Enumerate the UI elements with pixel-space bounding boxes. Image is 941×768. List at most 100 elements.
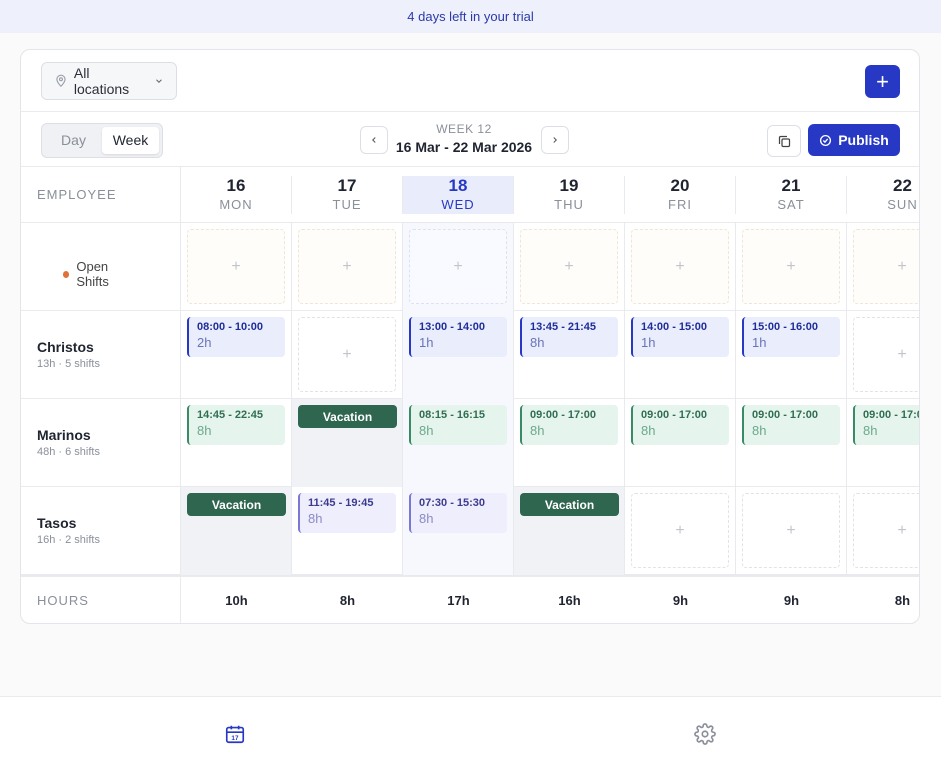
day-header-thu: 19 THU <box>514 176 625 214</box>
open-shift-cell: + <box>292 223 403 311</box>
add-shift-cell-button[interactable]: + <box>742 493 840 568</box>
shift-card[interactable]: 08:00 - 10:00 2h <box>187 317 285 357</box>
day-of-week: FRI <box>668 197 692 212</box>
day-of-week: SUN <box>887 197 918 212</box>
shift-time: 09:00 - 17:00 <box>863 409 919 421</box>
add-shift-button[interactable]: + <box>865 65 900 98</box>
day-number: 18 <box>448 176 468 195</box>
shift-card[interactable]: 08:15 - 16:15 8h <box>409 405 507 445</box>
add-open-shift-button[interactable]: + <box>409 229 507 304</box>
employee-row: Marinos 48h · 6 shifts 14:45 - 22:45 8h Vaca… <box>21 399 919 487</box>
shift-card[interactable]: 15:00 - 16:00 1h <box>742 317 840 357</box>
day-number: 19 <box>559 176 579 195</box>
add-open-shift-button[interactable]: + <box>853 229 919 304</box>
day-hours-total: 16h <box>558 593 581 608</box>
week-number: WEEK 12 <box>436 122 492 136</box>
location-pin-icon <box>56 74 66 88</box>
location-select[interactable]: All locations <box>41 62 177 100</box>
shift-cell: 15:00 - 16:00 1h <box>736 311 847 399</box>
next-week-button[interactable] <box>541 126 569 154</box>
shift-cell: 09:00 - 17:00 8h <box>736 399 847 487</box>
shift-card[interactable]: 09:00 - 17:00 8h <box>631 405 729 445</box>
hours-row: HOURS 10h 8h 17h 16h 9h 9h 8h <box>21 575 919 623</box>
publish-label: Publish <box>838 132 889 148</box>
shift-card[interactable]: 09:00 - 17:00 8h <box>520 405 618 445</box>
chevron-left-icon <box>372 137 376 143</box>
add-open-shift-button[interactable]: + <box>298 229 396 304</box>
day-hours-total: 10h <box>225 593 248 608</box>
day-of-week: TUE <box>332 197 362 212</box>
shift-card[interactable]: 13:00 - 14:00 1h <box>409 317 507 357</box>
shift-time: 09:00 - 17:00 <box>530 409 597 421</box>
view-day-button[interactable]: Day <box>45 127 102 154</box>
prev-week-button[interactable] <box>360 126 388 154</box>
shift-cell: + <box>625 487 736 575</box>
publish-button[interactable]: Publish <box>808 124 900 156</box>
shift-card[interactable]: 07:30 - 15:30 8h <box>409 493 507 533</box>
employee-summary: 13h · 5 shifts <box>37 358 100 370</box>
add-open-shift-button[interactable]: + <box>742 229 840 304</box>
calendar-tab[interactable]: 17 <box>224 723 246 745</box>
shift-duration: 2h <box>197 335 212 350</box>
shift-cell: + <box>292 311 403 399</box>
open-shift-cell: + <box>847 223 919 311</box>
shift-card[interactable]: 13:45 - 21:45 8h <box>520 317 618 357</box>
add-open-shift-button[interactable]: + <box>520 229 618 304</box>
settings-tab[interactable] <box>694 723 716 745</box>
shift-cell: 14:45 - 22:45 8h <box>181 399 292 487</box>
shift-duration: 1h <box>752 335 767 350</box>
open-shifts-label: Open Shifts <box>35 249 166 299</box>
open-shift-cell: + <box>736 223 847 311</box>
shift-cell: 07:30 - 15:30 8h <box>403 487 514 575</box>
shift-duration: 8h <box>419 423 434 438</box>
week-range: 16 Mar - 22 Mar 2026 <box>395 139 533 155</box>
shift-duration: 8h <box>641 423 656 438</box>
employee-column-header: EMPLOYEE <box>21 167 181 223</box>
shift-card[interactable]: 14:00 - 15:00 1h <box>631 317 729 357</box>
shift-card[interactable]: 09:00 - 17:00 8h <box>853 405 919 445</box>
add-open-shift-button[interactable]: + <box>187 229 285 304</box>
shift-time: 09:00 - 17:00 <box>641 409 708 421</box>
vacation-badge[interactable]: Vacation <box>520 493 619 516</box>
week-navbar: Day Week WEEK 12 16 Mar - 22 Mar 2026 Pu… <box>21 112 919 167</box>
shift-duration: 8h <box>197 423 212 438</box>
day-of-week: THU <box>554 197 584 212</box>
shift-card[interactable]: 11:45 - 19:45 8h <box>298 493 396 533</box>
employee-summary: 48h · 6 shifts <box>37 446 100 458</box>
top-toolbar: All locations + <box>21 50 919 112</box>
shift-cell: + <box>847 311 919 399</box>
add-shift-cell-button[interactable]: + <box>631 493 729 568</box>
shift-time: 14:00 - 15:00 <box>641 321 708 333</box>
day-of-week: SAT <box>777 197 805 212</box>
day-hours-total: 9h <box>783 593 800 608</box>
employee-summary: 16h · 2 shifts <box>37 534 100 546</box>
add-shift-cell-button[interactable]: + <box>298 317 396 392</box>
employee-row: Tasos 16h · 2 shifts Vacation 11:45 - 19:45… <box>21 487 919 575</box>
shift-duration: 8h <box>530 423 545 438</box>
shift-time: 08:15 - 16:15 <box>419 409 486 421</box>
shift-card[interactable]: 09:00 - 17:00 8h <box>742 405 840 445</box>
day-of-week: WED <box>441 197 475 212</box>
check-circle-icon <box>820 134 832 146</box>
shift-cell: Vacation <box>514 487 625 575</box>
employee-name: Marinos <box>37 427 91 443</box>
employee-cell: Tasos 16h · 2 shifts <box>21 487 181 575</box>
shift-cell: 08:00 - 10:00 2h <box>181 311 292 399</box>
shift-duration: 8h <box>863 423 878 438</box>
shift-cell: 09:00 - 17:00 8h <box>847 399 919 487</box>
vacation-badge[interactable]: Vacation <box>187 493 286 516</box>
vacation-badge[interactable]: Vacation <box>298 405 397 428</box>
open-shift-cell: + <box>181 223 292 311</box>
day-number: 17 <box>337 176 357 195</box>
employee-cell: Marinos 48h · 6 shifts <box>21 399 181 487</box>
shift-cell: 13:45 - 21:45 8h <box>514 311 625 399</box>
copy-week-button[interactable] <box>767 125 801 157</box>
day-number: 22 <box>893 176 912 195</box>
add-shift-cell-button[interactable]: + <box>853 317 919 392</box>
gear-icon <box>694 723 716 745</box>
shift-card[interactable]: 14:45 - 22:45 8h <box>187 405 285 445</box>
add-shift-cell-button[interactable]: + <box>853 493 919 568</box>
view-week-button[interactable]: Week <box>102 127 159 154</box>
add-open-shift-button[interactable]: + <box>631 229 729 304</box>
shift-cell: 09:00 - 17:00 8h <box>625 399 736 487</box>
